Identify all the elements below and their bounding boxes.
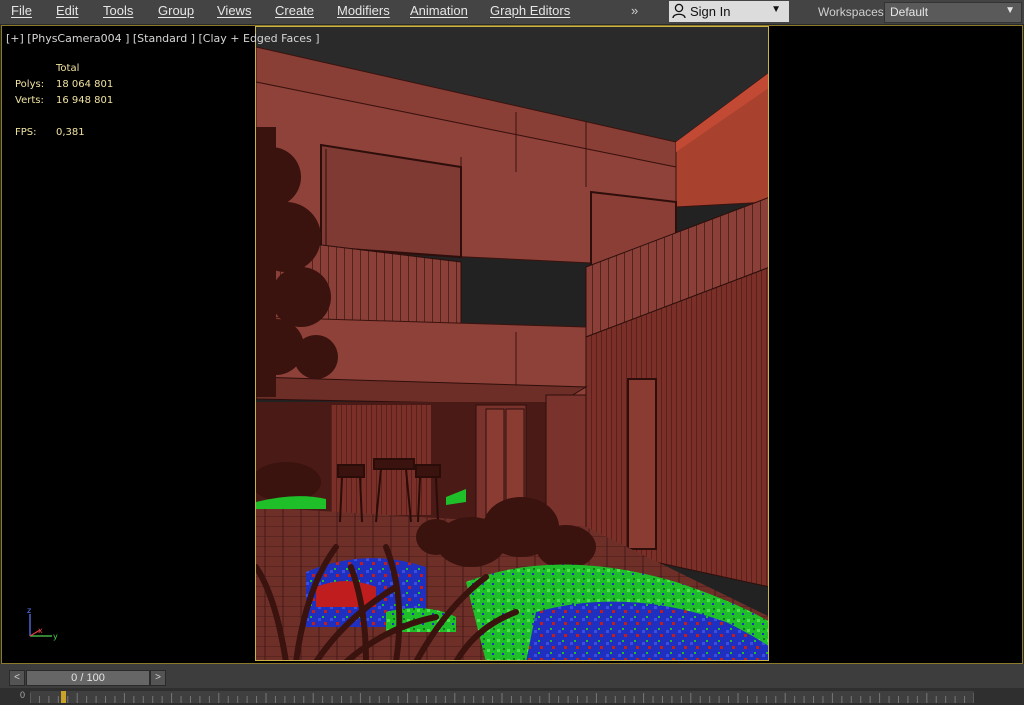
menu-views[interactable]: Views [217, 3, 251, 18]
viewport-label[interactable]: [+] [PhysCamera004 ] [Standard ] [Clay +… [6, 32, 320, 45]
time-slider[interactable]: 0 / 100 [26, 670, 150, 686]
scene-render [256, 27, 768, 660]
menu-group[interactable]: Group [158, 3, 194, 18]
axis-tripod-icon: z x y [27, 606, 58, 641]
menu-file[interactable]: File [11, 3, 32, 18]
menu-overflow-button[interactable]: » [631, 3, 638, 18]
perspective-viewport[interactable]: [+] [PhysCamera004 ] [Standard ] [Clay +… [1, 25, 1023, 664]
verts-value: 16 948 801 [56, 95, 114, 106]
menu-bar: File Edit Tools Group Views Create Modif… [0, 0, 1024, 25]
track-ruler[interactable] [30, 691, 974, 703]
workspaces-value: Default [890, 5, 929, 19]
menu-tools[interactable]: Tools [103, 3, 133, 18]
menu-graph-editors[interactable]: Graph Editors [490, 3, 570, 18]
sign-in-label: Sign In [690, 4, 731, 19]
stats-header: Total [56, 63, 80, 74]
track-bar[interactable] [0, 688, 1024, 705]
workspaces-dropdown[interactable]: Default ▼ [884, 2, 1022, 23]
fps-label: FPS: [15, 127, 37, 138]
axis-y-label: y [53, 632, 58, 641]
menu-create[interactable]: Create [275, 3, 314, 18]
workspaces-label: Workspaces: [818, 5, 888, 19]
time-slider-bar: < 0 / 100 > [0, 664, 1024, 688]
time-playhead[interactable] [61, 691, 66, 703]
sign-in-button[interactable]: Sign In ▼ [669, 1, 789, 22]
polys-value: 18 064 801 [56, 79, 114, 90]
menu-animation[interactable]: Animation [410, 3, 468, 18]
polys-label: Polys: [15, 79, 45, 90]
axis-z-label: z [27, 606, 31, 615]
prev-frame-button[interactable]: < [9, 670, 25, 686]
fps-value: 0,381 [56, 127, 85, 138]
verts-label: Verts: [15, 95, 44, 106]
caret-down-icon: ▼ [771, 4, 781, 15]
menu-edit[interactable]: Edit [56, 3, 78, 18]
axis-x-label: x [38, 626, 43, 635]
next-frame-button[interactable]: > [150, 670, 166, 686]
camera-safe-frame [255, 26, 769, 661]
caret-down-icon: ▼ [1005, 5, 1015, 16]
user-icon [672, 3, 686, 22]
track-start-label: 0 [20, 690, 26, 700]
menu-modifiers[interactable]: Modifiers [337, 3, 390, 18]
